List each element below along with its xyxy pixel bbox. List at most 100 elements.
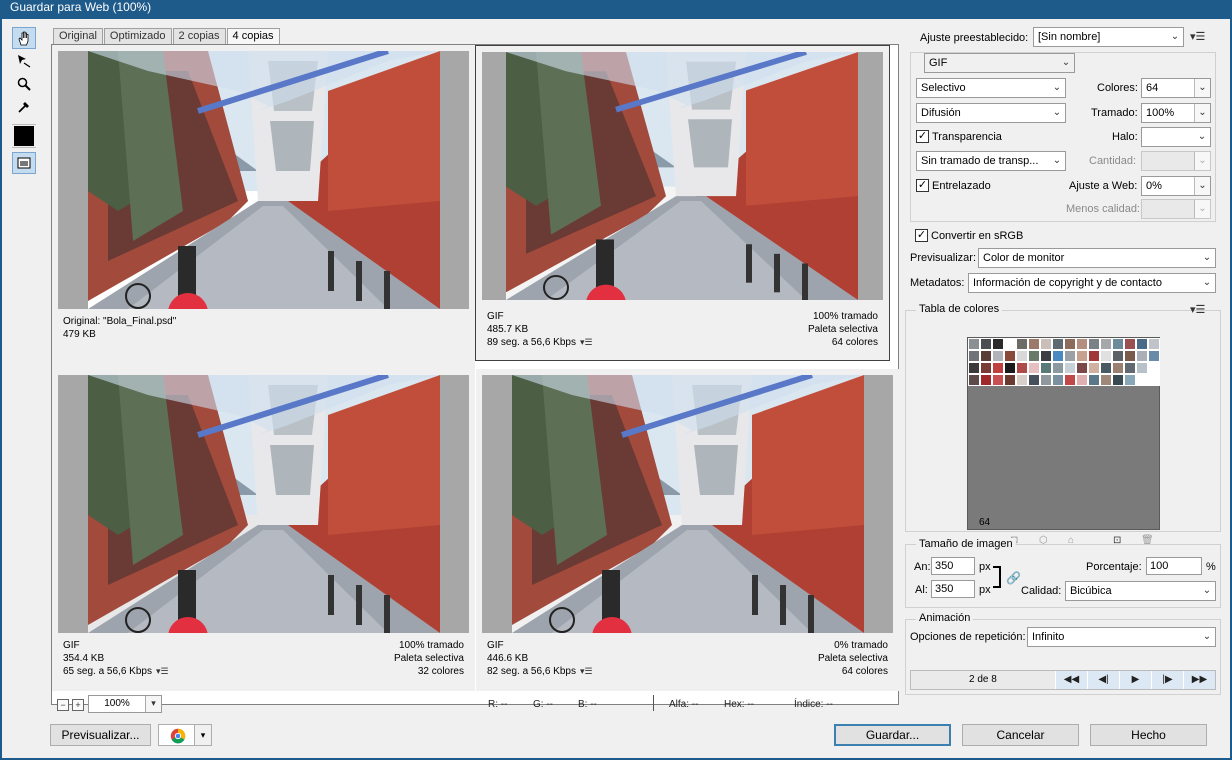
preview-button[interactable]: Previsualizar... [50, 724, 151, 746]
color-swatch[interactable] [1136, 338, 1148, 350]
zoom-level-select[interactable]: 100% ▾ [88, 695, 162, 713]
dither-select[interactable]: Difusión ⌄ [916, 103, 1066, 123]
color-swatch[interactable] [1052, 350, 1064, 362]
zoom-tool[interactable] [12, 73, 36, 95]
link-icon[interactable]: 🔗 [1006, 571, 1021, 585]
preview-pane-optimized-1[interactable]: GIF 485.7 KB 89 seg. a 56,6 Kbps ▾☰ 100% … [475, 45, 890, 361]
cancel-button[interactable]: Cancelar [962, 724, 1079, 746]
tab-optimized[interactable]: Optimizado [103, 28, 172, 44]
color-swatch[interactable] [1064, 350, 1076, 362]
color-swatch[interactable] [980, 338, 992, 350]
tab-2-up[interactable]: 2 copias [172, 28, 226, 44]
preview-pane-optimized-2[interactable]: GIF 354.4 KB 65 seg. a 56,6 Kbps ▾☰ 100% … [52, 369, 475, 691]
tab-4-up[interactable]: 4 copias [226, 28, 280, 45]
next-frame-button[interactable]: |▶ [1151, 671, 1183, 689]
slice-select-tool[interactable] [12, 50, 36, 72]
web-snap-combo[interactable]: 0% ⌄ [1141, 176, 1211, 196]
color-swatch[interactable] [1076, 338, 1088, 350]
width-input[interactable]: 350 [931, 557, 975, 575]
color-swatch[interactable] [1052, 338, 1064, 350]
color-swatch[interactable] [992, 350, 1004, 362]
color-swatch[interactable] [1124, 338, 1136, 350]
dither-amount-combo[interactable]: 100% ⌄ [1141, 103, 1211, 123]
loop-select[interactable]: Infinito ⌄ [1027, 627, 1216, 647]
color-swatch[interactable] [1016, 362, 1028, 374]
color-swatch[interactable] [1040, 350, 1052, 362]
color-swatch[interactable] [1136, 374, 1148, 386]
play-button[interactable]: ▶ [1119, 671, 1151, 689]
interlaced-checkbox[interactable]: ✓ [916, 179, 929, 192]
color-swatch[interactable] [1004, 374, 1016, 386]
first-frame-button[interactable]: ◀◀ [1055, 671, 1087, 689]
colors-combo[interactable]: 64 ⌄ [1141, 78, 1211, 98]
convert-srgb-checkbox[interactable]: ✓ [915, 229, 928, 242]
color-swatch[interactable] [1088, 338, 1100, 350]
eyedropper-tool[interactable] [12, 96, 36, 118]
color-swatch[interactable] [1100, 362, 1112, 374]
color-swatch[interactable] [1016, 374, 1028, 386]
metadata-select[interactable]: Información de copyright y de contacto ⌄ [968, 273, 1216, 293]
color-swatch[interactable] [992, 338, 1004, 350]
color-swatch[interactable] [1004, 362, 1016, 374]
palette-select[interactable]: Selectivo ⌄ [916, 78, 1066, 98]
browser-select[interactable]: ▾ [158, 724, 212, 746]
color-swatch[interactable] [1088, 362, 1100, 374]
color-swatch[interactable] [1040, 374, 1052, 386]
color-swatch[interactable] [1148, 338, 1160, 350]
color-swatch[interactable] [1100, 374, 1112, 386]
color-swatch[interactable] [1148, 362, 1160, 374]
color-swatch[interactable] [1040, 338, 1052, 350]
quality-select[interactable]: Bicúbica ⌄ [1065, 581, 1216, 601]
preview-pane-optimized-3[interactable]: GIF 446.6 KB 82 seg. a 56,6 Kbps ▾☰ 0% tr… [476, 369, 899, 691]
color-swatch[interactable] [968, 338, 980, 350]
last-frame-button[interactable]: ▶▶ [1183, 671, 1215, 689]
transparency-checkbox[interactable]: ✓ [916, 130, 929, 143]
percent-input[interactable]: 100 [1146, 557, 1202, 575]
color-swatch[interactable] [968, 362, 980, 374]
previous-frame-button[interactable]: ◀| [1087, 671, 1119, 689]
color-swatch[interactable] [1088, 350, 1100, 362]
preview-pane-original[interactable]: Original: "Bola_Final.psd" 479 KB [52, 45, 475, 369]
download-menu-icon[interactable]: ▾☰ [580, 336, 593, 349]
color-table[interactable] [967, 337, 1160, 530]
color-swatch[interactable] [1088, 374, 1100, 386]
preset-menu-button[interactable]: ▾☰ [1190, 30, 1205, 43]
color-table-menu-button[interactable]: ▾☰ [1190, 303, 1205, 316]
color-swatch[interactable] [1112, 338, 1124, 350]
color-swatch[interactable] [1136, 362, 1148, 374]
color-swatch[interactable] [1112, 374, 1124, 386]
color-swatch[interactable] [1076, 350, 1088, 362]
color-swatch[interactable] [1028, 338, 1040, 350]
format-select[interactable]: GIF ⌄ [924, 53, 1075, 73]
color-swatch[interactable] [1028, 350, 1040, 362]
color-swatch[interactable] [1052, 374, 1064, 386]
save-button[interactable]: Guardar... [834, 724, 951, 746]
matte-select[interactable]: ⌄ [1141, 127, 1211, 147]
transparency-dither-select[interactable]: Sin tramado de transp... ⌄ [916, 151, 1066, 171]
color-swatch[interactable] [1052, 362, 1064, 374]
color-swatch[interactable] [1064, 374, 1076, 386]
color-swatch[interactable] [1100, 338, 1112, 350]
color-swatch[interactable] [980, 350, 992, 362]
color-swatch[interactable] [1148, 374, 1160, 386]
zoom-in-button[interactable]: + [72, 699, 84, 711]
color-swatch[interactable] [1016, 338, 1028, 350]
color-swatch[interactable] [1148, 350, 1160, 362]
color-swatch[interactable] [968, 350, 980, 362]
hand-tool[interactable] [12, 27, 36, 49]
preview-select[interactable]: Color de monitor ⌄ [978, 248, 1216, 268]
color-swatch[interactable] [1136, 350, 1148, 362]
color-swatch[interactable] [992, 374, 1004, 386]
preset-select[interactable]: [Sin nombre] ⌄ [1033, 27, 1184, 47]
color-swatch[interactable] [980, 374, 992, 386]
color-swatch[interactable] [1028, 374, 1040, 386]
toggle-slices-visibility[interactable] [12, 152, 36, 174]
color-swatch[interactable] [1040, 362, 1052, 374]
color-swatch[interactable] [992, 362, 1004, 374]
color-swatch[interactable] [1064, 362, 1076, 374]
color-swatch[interactable] [1124, 374, 1136, 386]
download-menu-icon[interactable]: ▾☰ [580, 665, 593, 678]
color-swatch[interactable] [968, 374, 980, 386]
download-menu-icon[interactable]: ▾☰ [156, 665, 169, 678]
color-swatch[interactable] [1100, 350, 1112, 362]
